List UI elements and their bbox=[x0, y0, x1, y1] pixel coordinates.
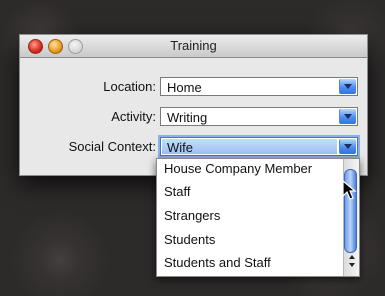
activity-value: Writing bbox=[167, 110, 208, 125]
social-context-label: Social Context: bbox=[68, 139, 156, 154]
location-label: Location: bbox=[103, 79, 156, 94]
activity-popup[interactable]: Writing bbox=[160, 107, 358, 126]
list-item[interactable]: Students bbox=[164, 232, 215, 247]
chevron-down-icon[interactable] bbox=[339, 79, 356, 94]
scrollbar-track[interactable] bbox=[343, 159, 359, 276]
location-value: Home bbox=[167, 80, 202, 95]
list-item[interactable]: House Company Member bbox=[164, 161, 312, 176]
list-item[interactable]: Students and Staff bbox=[164, 255, 271, 270]
window-title: Training bbox=[170, 38, 217, 53]
list-item[interactable]: Staff bbox=[164, 184, 191, 199]
location-popup[interactable]: Home bbox=[160, 77, 358, 96]
title-bar[interactable]: Training bbox=[20, 35, 367, 58]
social-context-dropdown-list[interactable]: House Company Member Staff Strangers Stu… bbox=[156, 158, 360, 277]
scroll-up-arrow-icon[interactable] bbox=[349, 255, 355, 259]
list-item[interactable]: Strangers bbox=[164, 208, 220, 223]
social-context-value: Wife bbox=[167, 140, 193, 155]
training-window: Training Location: Home Activity: Writin… bbox=[19, 34, 368, 176]
activity-label: Activity: bbox=[111, 109, 156, 124]
chevron-down-icon[interactable] bbox=[339, 109, 356, 124]
mouse-cursor-icon bbox=[342, 180, 357, 200]
social-context-popup[interactable]: Wife bbox=[160, 137, 358, 156]
scroll-down-arrow-icon[interactable] bbox=[349, 263, 355, 267]
chevron-down-icon[interactable] bbox=[339, 139, 356, 154]
